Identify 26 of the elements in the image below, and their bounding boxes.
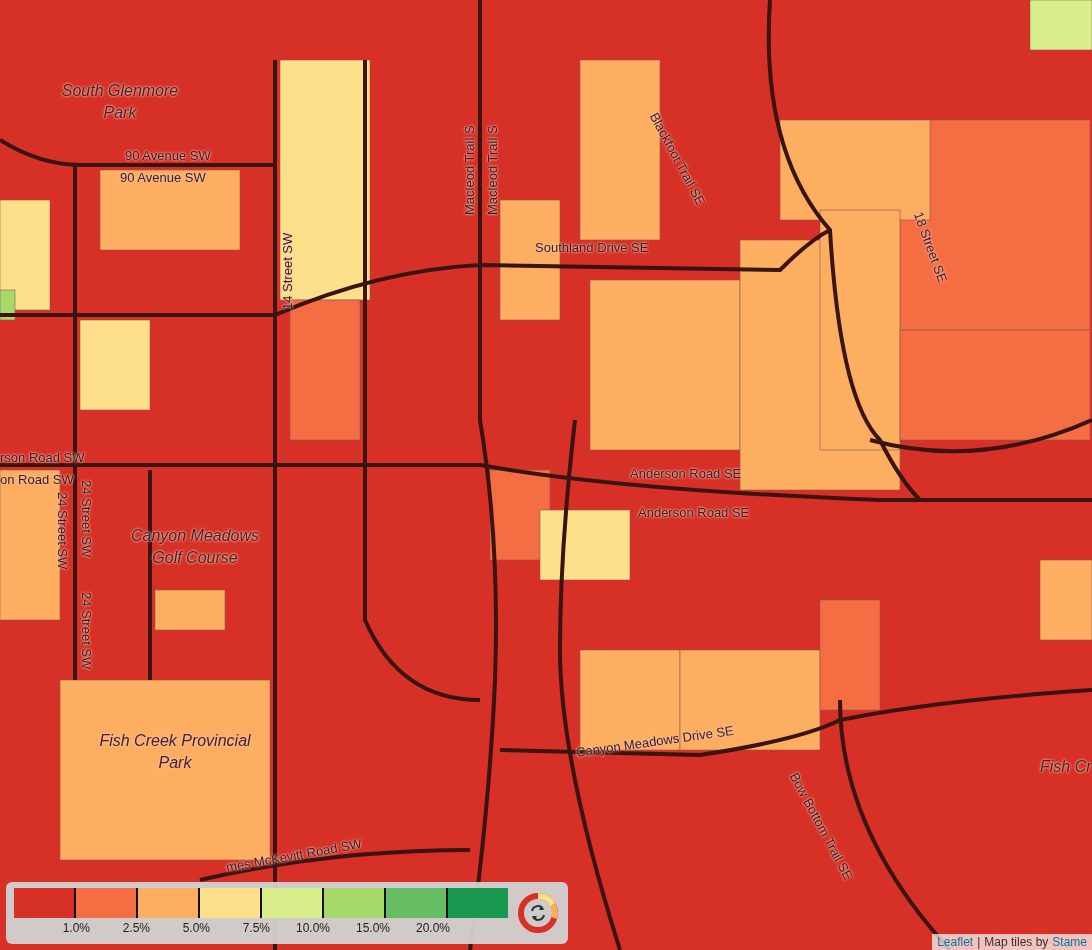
street-label: 24 Street SW xyxy=(79,480,94,558)
separator: | xyxy=(977,934,981,950)
street-label: Macleod Trail S xyxy=(485,125,500,215)
legend-label: 10.0% xyxy=(295,921,330,935)
street-label: Canyon Meadows Drive SE xyxy=(575,722,735,760)
leaflet-link[interactable]: Leaflet xyxy=(937,934,974,950)
place-label: Fish Cr xyxy=(1040,757,1092,777)
legend-label: 1.0% xyxy=(62,921,90,935)
street-label: 14 Street SW xyxy=(280,232,295,310)
street-label: 90 Avenue SW xyxy=(125,148,211,163)
attribution-text: Map tiles by xyxy=(984,934,1049,950)
street-label: Anderson Road SE xyxy=(638,505,750,520)
legend-label: 2.5% xyxy=(122,921,150,935)
legend-label: 15.0% xyxy=(355,921,390,935)
place-label: Fish Creek Provincial Park xyxy=(98,731,252,773)
tiles-link[interactable]: Stame xyxy=(1052,934,1087,950)
legend-label: 20.0% xyxy=(415,921,450,935)
street-label: Macleod Trail S xyxy=(462,125,477,215)
place-label: South Glenmore Park xyxy=(60,81,180,123)
street-label: 90 Avenue SW xyxy=(120,170,206,185)
street-label: 24 Street SW xyxy=(79,592,94,670)
street-label: 24 Street SW xyxy=(55,492,70,570)
legend-label: 7.5% xyxy=(242,921,270,935)
legend-label: 5.0% xyxy=(182,921,210,935)
street-label: 18 Street SE xyxy=(910,210,951,285)
street-label: mes McKevitt Road SW xyxy=(225,836,363,875)
